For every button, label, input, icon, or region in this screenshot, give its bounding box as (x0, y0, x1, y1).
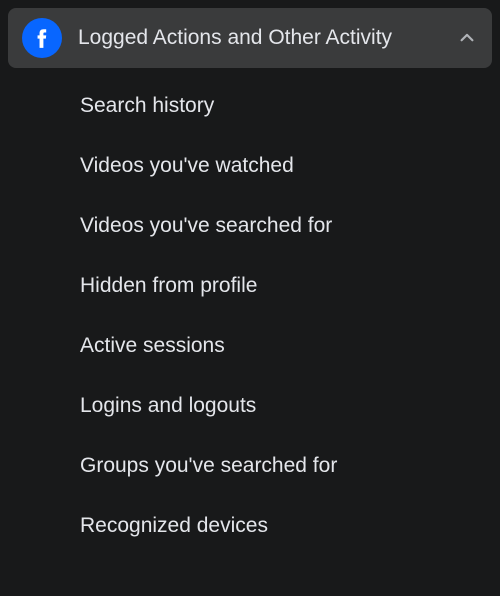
section-header[interactable]: Logged Actions and Other Activity (8, 8, 492, 68)
chevron-up-icon (456, 27, 478, 49)
item-recognized-devices[interactable]: Recognized devices (8, 496, 492, 556)
section-title: Logged Actions and Other Activity (78, 25, 446, 51)
item-groups-searched[interactable]: Groups you've searched for (8, 436, 492, 496)
section-items: Search history Videos you've watched Vid… (8, 68, 492, 556)
facebook-icon (22, 18, 62, 58)
item-search-history[interactable]: Search history (8, 76, 492, 136)
item-videos-watched[interactable]: Videos you've watched (8, 136, 492, 196)
item-hidden-from-profile[interactable]: Hidden from profile (8, 256, 492, 316)
item-logins-logouts[interactable]: Logins and logouts (8, 376, 492, 436)
item-videos-searched[interactable]: Videos you've searched for (8, 196, 492, 256)
item-active-sessions[interactable]: Active sessions (8, 316, 492, 376)
